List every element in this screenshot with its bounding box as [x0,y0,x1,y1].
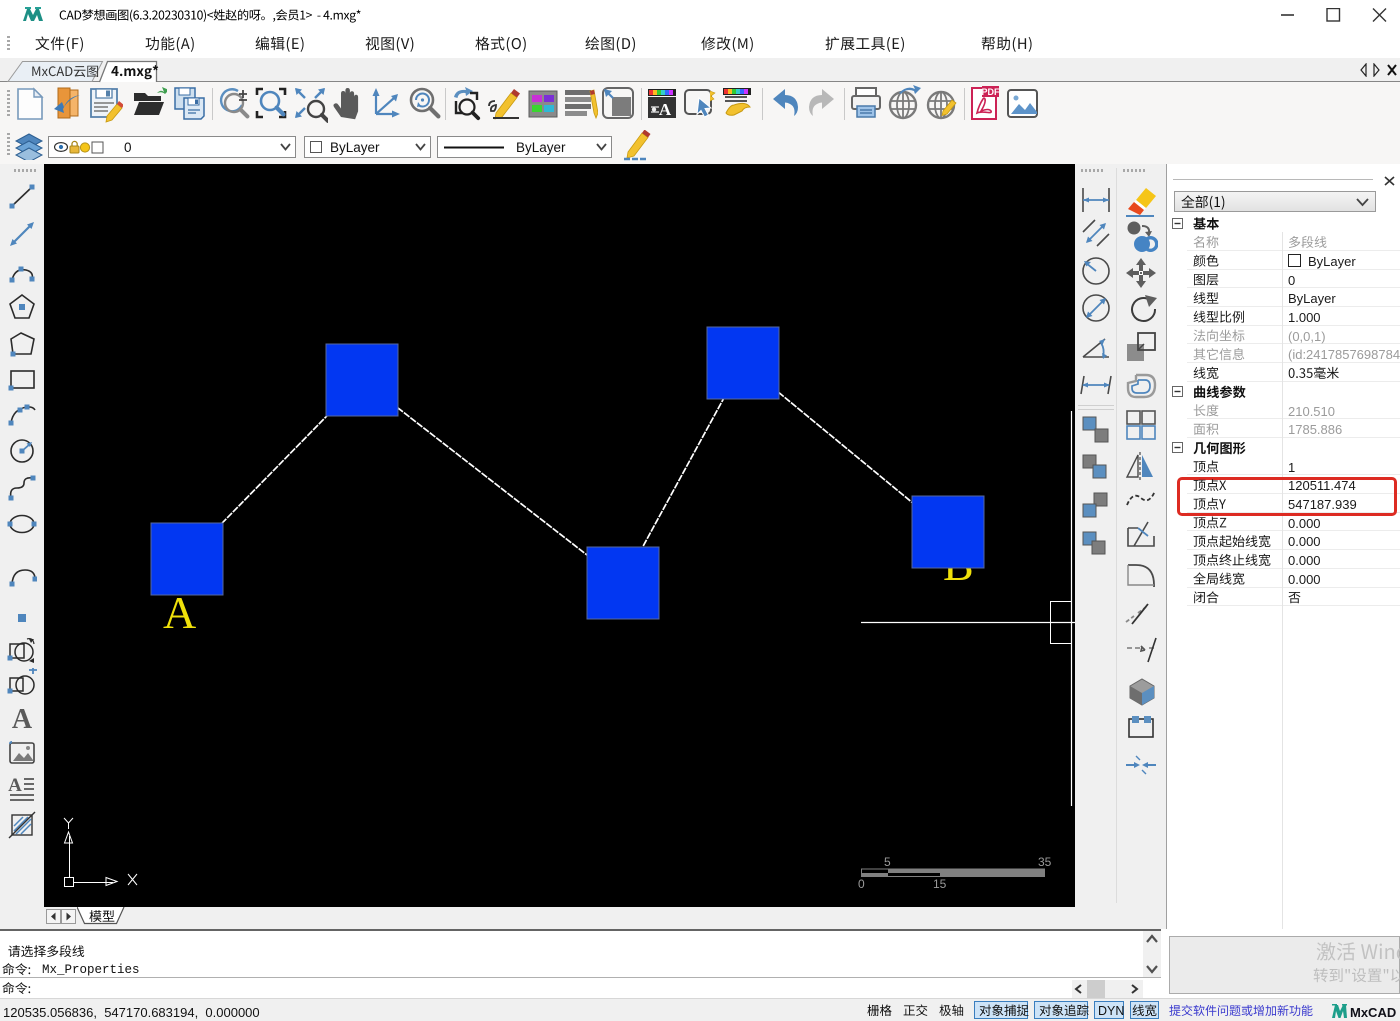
svg-text:A: A [659,100,672,119]
svg-text:PDF: PDF [982,87,1001,97]
svg-text:A: A [8,775,22,796]
svg-text:A: A [12,704,33,733]
